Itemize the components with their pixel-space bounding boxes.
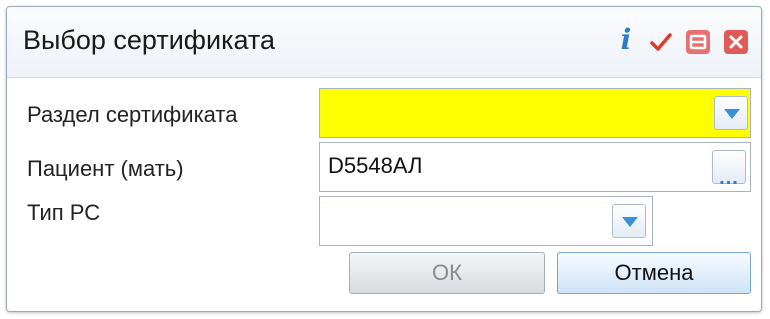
patient-select-button[interactable]: ... (712, 150, 746, 189)
patient-field[interactable]: D5548АЛ ... (319, 142, 751, 192)
type-combobox[interactable] (319, 196, 653, 246)
check-icon[interactable] (648, 29, 674, 55)
info-icon[interactable]: i (613, 26, 639, 54)
dialog-body: Раздел сертификата Пациент (мать) D5548А… (7, 78, 761, 311)
patient-value: D5548АЛ (328, 153, 423, 178)
section-combobox[interactable] (319, 88, 751, 138)
dialog-title: Выбор сертификата (23, 25, 276, 55)
certificate-dialog: Выбор сертификата i Раздел сертификата П… (6, 6, 762, 312)
patient-label: Пациент (мать) (27, 156, 184, 181)
section-dropdown-button[interactable] (714, 96, 748, 130)
title-bar[interactable]: Выбор сертификата i (7, 7, 761, 78)
ellipsis-icon: ... (719, 167, 739, 189)
type-label: Тип РС (27, 200, 101, 225)
chevron-down-icon (622, 217, 638, 227)
type-dropdown-button[interactable] (612, 204, 646, 238)
section-label: Раздел сертификата (27, 102, 238, 127)
cancel-button[interactable]: Отмена (557, 252, 751, 294)
close-icon[interactable] (723, 29, 749, 55)
ok-button[interactable]: ОК (349, 252, 545, 294)
chevron-down-icon (724, 109, 740, 119)
minimize-icon[interactable] (685, 29, 711, 55)
